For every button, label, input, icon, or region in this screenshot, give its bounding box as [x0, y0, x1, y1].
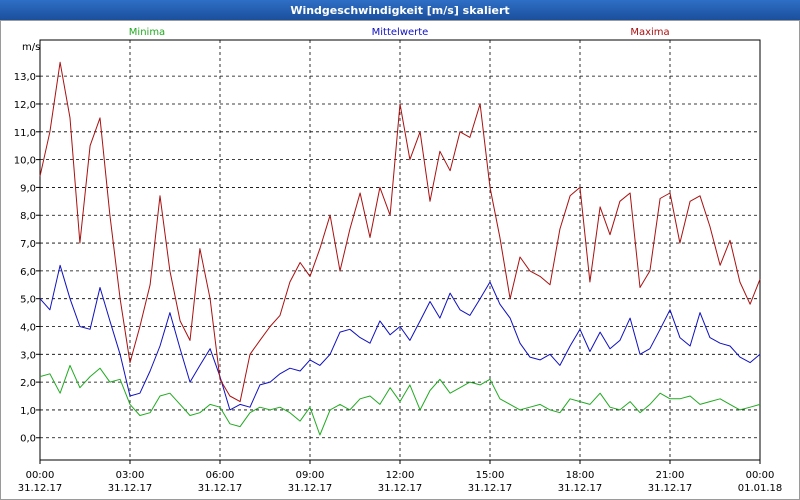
y-tick-label: 6,0 [20, 267, 36, 278]
x-tick-time: 00:00 [26, 470, 55, 481]
x-tick-date: 31.12.17 [468, 483, 513, 494]
chart-title: Windgeschwindigkeit [m/s] skaliert [290, 3, 510, 17]
x-tick-time: 03:00 [116, 470, 145, 481]
y-tick-label: 10,0 [14, 156, 36, 167]
chart-title-bar: Windgeschwindigkeit [m/s] skaliert [0, 0, 800, 20]
y-tick-label: 1,0 [20, 406, 36, 417]
x-axis-ticks: 00:00 31.12.17 03:00 31.12.17 06:00 31.12.17 0… [18, 460, 783, 494]
x-tick-time: 09:00 [296, 470, 325, 481]
legend-mittelwerte: Mittelwerte [372, 27, 429, 38]
x-tick-date: 31.12.17 [648, 483, 693, 494]
y-tick-label: 11,0 [14, 128, 36, 139]
y-tick-label: 0,0 [20, 434, 36, 445]
y-axis-ticks: 0,0 1,0 2,0 3,0 4,0 5,0 6,0 7,0 8,0 9,0 10,0 11,0 12… [14, 72, 40, 445]
y-tick-label: 4,0 [20, 322, 36, 333]
x-tick-date: 31.12.17 [198, 483, 243, 494]
grid-lines [39, 39, 761, 461]
x-tick-time: 18:00 [566, 470, 595, 481]
x-tick-date: 31.12.17 [18, 483, 63, 494]
x-tick-time: 15:00 [476, 470, 505, 481]
y-tick-label: 13,0 [14, 72, 36, 83]
y-tick-label: 7,0 [20, 239, 36, 250]
x-tick-time: 21:00 [656, 470, 685, 481]
legend-minima: Minima [129, 27, 165, 38]
wind-speed-chart: 0,0 1,0 2,0 3,0 4,0 5,0 6,0 7,0 8,0 9,0 10,0 11,0 12… [14, 27, 783, 494]
x-tick-date: 31.12.17 [558, 483, 603, 494]
x-tick-time: 00:00 [746, 470, 775, 481]
y-axis-label: m/s [22, 42, 40, 53]
x-tick-time: 12:00 [386, 470, 415, 481]
x-tick-date: 31.12.17 [378, 483, 423, 494]
legend-maxima: Maxima [630, 27, 669, 38]
legend: Minima Mittelwerte Maxima [129, 27, 670, 38]
x-tick-date: 31.12.17 [108, 483, 153, 494]
x-tick-date: 31.12.17 [288, 483, 333, 494]
x-tick-date: 01.01.18 [738, 483, 783, 494]
y-tick-label: 2,0 [20, 378, 36, 389]
y-tick-label: 12,0 [14, 100, 36, 111]
y-tick-label: 5,0 [20, 295, 36, 306]
y-tick-label: 9,0 [20, 183, 36, 194]
y-tick-label: 3,0 [20, 350, 36, 361]
y-tick-label: 8,0 [20, 211, 36, 222]
x-tick-time: 06:00 [206, 470, 235, 481]
